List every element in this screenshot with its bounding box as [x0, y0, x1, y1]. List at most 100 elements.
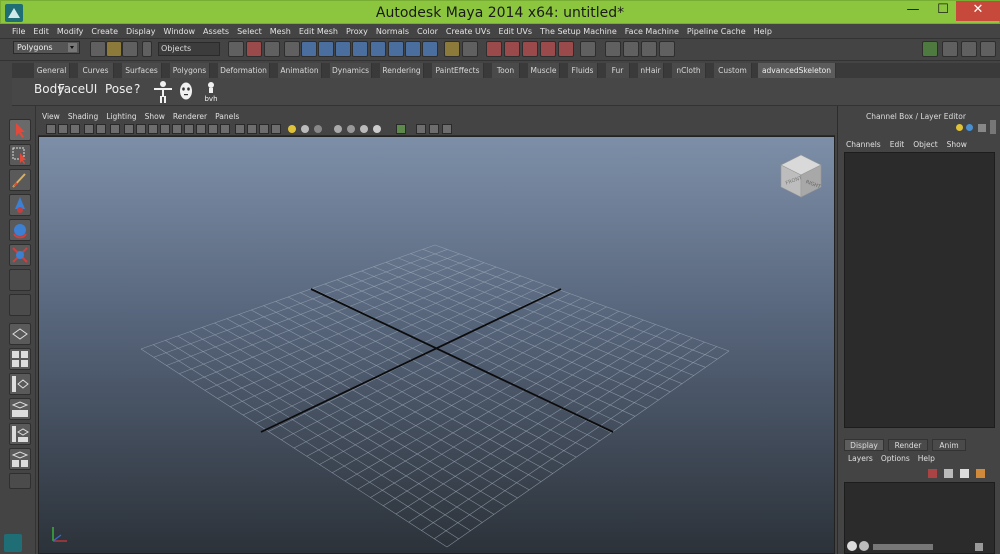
rotate-tool-icon[interactable] — [9, 219, 31, 241]
bookmarks-icon[interactable] — [70, 124, 80, 134]
layer-scroll-icon[interactable] — [975, 543, 983, 551]
menu-file[interactable]: File — [8, 24, 29, 39]
lasso-tool-icon[interactable] — [9, 144, 31, 166]
default-lighting-icon[interactable] — [288, 125, 296, 133]
select-curves-icon[interactable] — [335, 41, 351, 57]
resolution-gate-icon[interactable] — [148, 124, 158, 134]
wireframe-icon[interactable] — [208, 124, 218, 134]
select-rendering-icon[interactable] — [405, 41, 421, 57]
safe-title-icon[interactable] — [196, 124, 206, 134]
layer-template-icon[interactable] — [859, 541, 869, 551]
panel-menu-view[interactable]: View — [38, 111, 64, 122]
select-handles-icon[interactable] — [301, 41, 317, 57]
shelf-face-button[interactable]: Face — [58, 82, 85, 96]
smooth-shade-icon[interactable] — [220, 124, 230, 134]
layout-options-icon[interactable] — [9, 473, 31, 489]
selection-mask-icon[interactable] — [142, 41, 152, 57]
close-button[interactable]: ✕ — [956, 1, 1000, 21]
menu-modify[interactable]: Modify — [53, 24, 88, 39]
select-by-type-icon[interactable] — [284, 41, 300, 57]
tab-nhair[interactable]: nHair — [638, 63, 664, 78]
menu-create[interactable]: Create — [87, 24, 122, 39]
single-perspective-layout-icon[interactable] — [9, 323, 31, 345]
tab-render[interactable]: Render — [888, 439, 928, 451]
tool-settings-icon[interactable] — [961, 41, 977, 57]
channel-box-options-icon[interactable] — [956, 124, 963, 131]
tab-custom[interactable]: Custom — [714, 63, 752, 78]
panel-menu-renderer[interactable]: Renderer — [169, 111, 211, 122]
panel-menu-show[interactable]: Show — [141, 111, 169, 122]
menu-edit-mesh[interactable]: Edit Mesh — [295, 24, 342, 39]
open-scene-icon[interactable] — [106, 41, 122, 57]
new-layer-from-selected-icon[interactable] — [976, 469, 985, 478]
ipr-render-icon[interactable] — [623, 41, 639, 57]
hypershade-layout-icon[interactable] — [9, 423, 31, 445]
persp-graph-layout-icon[interactable] — [9, 398, 31, 420]
move-layer-up-icon[interactable] — [928, 469, 937, 478]
layer-menu-options[interactable]: Options — [881, 454, 918, 463]
shelf-help-button[interactable]: ? — [134, 82, 140, 96]
image-plane-icon[interactable] — [84, 124, 94, 134]
channel-box-layers-icon[interactable] — [966, 124, 973, 131]
tab-ncloth[interactable]: nCloth — [672, 63, 706, 78]
component-mode-icon[interactable] — [264, 41, 280, 57]
tab-toon[interactable]: Toon — [492, 63, 520, 78]
render-current-frame-icon[interactable] — [605, 41, 621, 57]
two-d-pan-zoom-icon[interactable] — [96, 124, 106, 134]
modeling-toolkit-icon[interactable] — [922, 41, 938, 57]
paint-select-tool-icon[interactable] — [9, 169, 31, 191]
selection-mode-field[interactable]: Objects — [158, 42, 220, 56]
channel-box-toggle-icon[interactable] — [978, 124, 986, 132]
layer-menu-help[interactable]: Help — [918, 454, 943, 463]
viewcube-icon[interactable]: FRONT RIGHT — [777, 151, 825, 199]
t-pose-figure-icon[interactable] — [152, 80, 174, 104]
isolate-select-icon[interactable] — [334, 125, 342, 133]
tab-fluids[interactable]: Fluids — [568, 63, 598, 78]
tab-animation[interactable]: Animation — [278, 63, 322, 78]
panel-scroll-icon[interactable] — [990, 120, 996, 134]
xray-joints-icon[interactable] — [360, 125, 368, 133]
grease-pencil-icon[interactable] — [110, 124, 120, 134]
menu-display[interactable]: Display — [122, 24, 160, 39]
xray-icon[interactable] — [347, 125, 355, 133]
tab-polygons[interactable]: Polygons — [170, 63, 210, 78]
select-dynamics-icon[interactable] — [388, 41, 404, 57]
grid-toggle-icon[interactable] — [124, 124, 134, 134]
menu-normals[interactable]: Normals — [372, 24, 413, 39]
persp-outliner-layout-icon[interactable] — [9, 373, 31, 395]
tab-display[interactable]: Display — [844, 439, 884, 451]
snap-curve-icon[interactable] — [504, 41, 520, 57]
film-gate-icon[interactable] — [136, 124, 146, 134]
bvh-button[interactable]: bvh — [202, 81, 220, 103]
use-all-lights-icon[interactable] — [259, 124, 269, 134]
channel-list[interactable] — [844, 152, 995, 428]
tab-rendering[interactable]: Rendering — [380, 63, 424, 78]
xray-active-components-icon[interactable] — [373, 125, 381, 133]
channel-menu-object[interactable]: Object — [913, 140, 946, 149]
menu-color[interactable]: Color — [413, 24, 442, 39]
layer-stack-icon[interactable] — [944, 469, 953, 478]
select-deformations-icon[interactable] — [370, 41, 386, 57]
manipulator-tool-slot[interactable] — [9, 294, 31, 316]
panel-menu-shading[interactable]: Shading — [64, 111, 102, 122]
tab-general[interactable]: General — [34, 63, 70, 78]
safe-action-icon[interactable] — [184, 124, 194, 134]
hypershade-icon[interactable] — [659, 41, 675, 57]
camera-attributes-icon[interactable] — [58, 124, 68, 134]
hierarchy-mode-icon[interactable] — [228, 41, 244, 57]
layer-visibility-icon[interactable] — [847, 541, 857, 551]
attribute-editor-icon[interactable] — [942, 41, 958, 57]
minimize-button[interactable]: — — [899, 1, 927, 21]
perspective-viewport[interactable]: FRONT RIGHT — [38, 136, 835, 554]
tab-deformation[interactable]: Deformation — [218, 63, 270, 78]
tab-surfaces[interactable]: Surfaces — [122, 63, 162, 78]
tab-fur[interactable]: Fur — [606, 63, 630, 78]
persp-render-layout-icon[interactable] — [9, 448, 31, 470]
ambient-occlusion-icon[interactable] — [301, 125, 309, 133]
motion-blur-icon[interactable] — [314, 125, 322, 133]
face-mask-icon[interactable] — [179, 81, 193, 101]
tab-dynamics[interactable]: Dynamics — [330, 63, 372, 78]
layer-scrollbar[interactable] — [873, 544, 933, 550]
channel-menu-show[interactable]: Show — [947, 140, 976, 149]
layer-menu-layers[interactable]: Layers — [848, 454, 881, 463]
